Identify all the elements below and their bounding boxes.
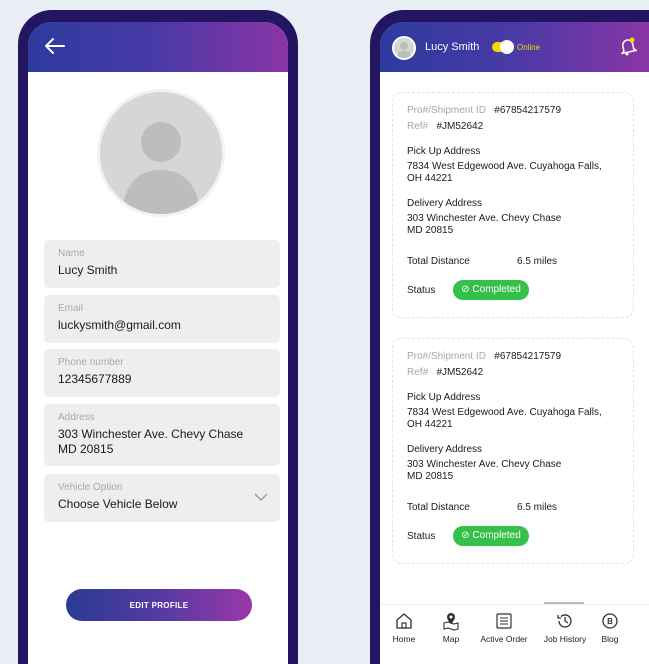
- phone-value: 12345677889: [58, 372, 132, 386]
- pickup-address: 7834 West Edgewood Ave. Cuyahoga Falls, …: [407, 161, 602, 184]
- status-value: Completed: [472, 530, 521, 541]
- header-user-name: Lucy Smith: [425, 41, 480, 53]
- email-field[interactable]: Email luckysmith@gmail.com: [44, 295, 280, 343]
- delivery-address: 303 Winchester Ave. Chevy Chase MD 20815: [407, 213, 562, 236]
- pickup-label: Pick Up Address: [407, 146, 481, 157]
- jobs-phone: Lucy Smith Online Pro#/Shipment ID #6785…: [370, 10, 649, 664]
- bell-icon[interactable]: [619, 36, 637, 56]
- status-value: Completed: [472, 284, 521, 295]
- job-card[interactable]: Pro#/Shipment ID #67854217579 Ref# #JM52…: [392, 92, 634, 318]
- user-placeholder-icon: [122, 122, 200, 214]
- ref-id: #JM52642: [436, 121, 484, 132]
- shipment-row: Pro#/Shipment ID #67854217579: [407, 351, 561, 362]
- jobs-screen: Lucy Smith Online Pro#/Shipment ID #6785…: [380, 22, 649, 664]
- ref-row: Ref# #JM52642: [407, 121, 483, 132]
- arrow-left-icon: [45, 38, 65, 54]
- ref-label: Ref#: [407, 121, 429, 132]
- nav-active-order[interactable]: Active Order: [476, 611, 532, 644]
- profile-header: [28, 22, 288, 72]
- address-value: 303 Winchester Ave. Chevy Chase MD 20815: [58, 427, 244, 456]
- nav-job-history[interactable]: Job History: [540, 611, 590, 644]
- shipment-id: #67854217579: [494, 105, 562, 116]
- shipment-id: #67854217579: [494, 351, 562, 362]
- profile-phone: Name Lucy Smith Email luckysmith@gmail.c…: [18, 10, 298, 664]
- distance-row: Total Distance 6.5 miles: [407, 502, 557, 513]
- nav-label: Home: [392, 634, 416, 644]
- distance-row: Total Distance 6.5 miles: [407, 256, 557, 267]
- nav-blog[interactable]: B Blog: [596, 611, 624, 644]
- user-placeholder-icon: [397, 42, 411, 58]
- check-circle-icon: ⊘: [461, 284, 470, 295]
- distance-value: 6.5 miles: [517, 256, 558, 267]
- status-badge: ⊘ Completed: [453, 280, 529, 300]
- ref-label: Ref#: [407, 367, 429, 378]
- header-avatar[interactable]: [392, 36, 416, 60]
- check-circle-icon: ⊘: [461, 530, 470, 541]
- list-icon: [496, 613, 512, 629]
- phone-label: Phone number: [58, 357, 124, 368]
- distance-label: Total Distance: [407, 502, 470, 513]
- blog-icon: B: [602, 613, 618, 629]
- distance-label: Total Distance: [407, 256, 470, 267]
- bottom-nav: Home Map Active Order Job History B Blog: [380, 604, 649, 664]
- edit-profile-button[interactable]: EDIT PROFILE: [66, 589, 252, 621]
- home-icon: [396, 613, 412, 629]
- shipment-row: Pro#/Shipment ID #67854217579: [407, 105, 561, 116]
- distance-value: 6.5 miles: [517, 502, 558, 513]
- delivery-address: 303 Winchester Ave. Chevy Chase MD 20815: [407, 459, 562, 482]
- name-label: Name: [58, 248, 85, 259]
- nav-map[interactable]: Map: [436, 611, 466, 644]
- vehicle-label: Vehicle Option: [58, 482, 123, 493]
- email-label: Email: [58, 303, 84, 314]
- address-field[interactable]: Address 303 Winchester Ave. Chevy Chase …: [44, 404, 280, 466]
- ref-id: #JM52642: [436, 367, 484, 378]
- online-status: Online: [517, 43, 541, 52]
- status-badge: ⊘ Completed: [453, 526, 529, 546]
- history-icon: [557, 614, 572, 628]
- nav-label: Active Order: [480, 634, 528, 644]
- status-label: Status: [407, 531, 436, 542]
- name-field[interactable]: Name Lucy Smith: [44, 240, 280, 288]
- map-icon: [443, 613, 459, 631]
- chevron-down-icon: [254, 493, 268, 501]
- status-label: Status: [407, 285, 436, 296]
- ref-row: Ref# #JM52642: [407, 367, 483, 378]
- shipment-label: Pro#/Shipment ID: [407, 105, 486, 116]
- vehicle-value: Choose Vehicle Below: [58, 497, 178, 511]
- svg-text:B: B: [607, 617, 613, 626]
- nav-home[interactable]: Home: [388, 611, 420, 644]
- delivery-label: Delivery Address: [407, 198, 483, 209]
- pickup-label: Pick Up Address: [407, 392, 481, 403]
- phone-field[interactable]: Phone number 12345677889: [44, 349, 280, 397]
- name-value: Lucy Smith: [58, 263, 118, 277]
- nav-label: Map: [442, 634, 460, 644]
- shipment-label: Pro#/Shipment ID: [407, 351, 486, 362]
- back-button[interactable]: [42, 34, 68, 58]
- address-label: Address: [58, 412, 95, 423]
- online-toggle[interactable]: [492, 40, 514, 54]
- profile-avatar[interactable]: [100, 92, 222, 214]
- pickup-address: 7834 West Edgewood Ave. Cuyahoga Falls, …: [407, 407, 602, 430]
- vehicle-select[interactable]: Vehicle Option Choose Vehicle Below: [44, 474, 280, 522]
- email-value: luckysmith@gmail.com: [58, 318, 181, 332]
- jobs-header: Lucy Smith Online: [380, 22, 649, 72]
- toggle-knob: [500, 40, 514, 54]
- job-card[interactable]: Pro#/Shipment ID #67854217579 Ref# #JM52…: [392, 338, 634, 564]
- nav-label: Blog: [601, 634, 619, 644]
- delivery-label: Delivery Address: [407, 444, 483, 455]
- nav-label: Job History: [543, 634, 587, 644]
- profile-screen: Name Lucy Smith Email luckysmith@gmail.c…: [28, 22, 288, 664]
